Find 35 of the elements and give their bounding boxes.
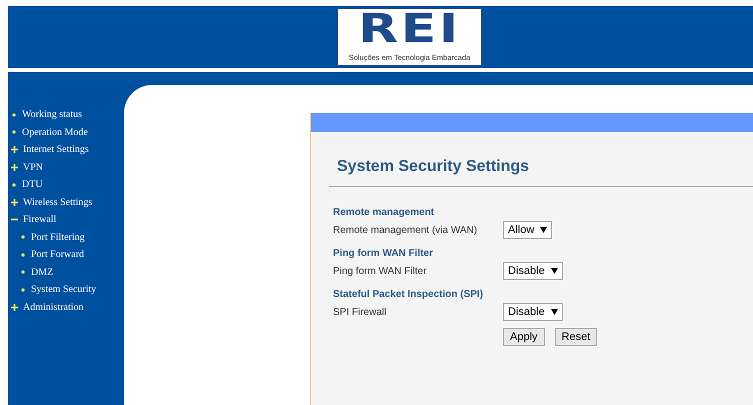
form-button[interactable]: Apply	[503, 328, 545, 346]
sidebar-item[interactable]: Port Filtering	[8, 228, 124, 246]
sidebar-item[interactable]: Firewall	[8, 211, 124, 228]
dropdown[interactable]: Allow	[503, 221, 552, 239]
sidebar-item[interactable]: Internet Settings	[8, 141, 124, 158]
section-heading: Stateful Packet Inspection (SPI)	[333, 289, 484, 300]
bullet-icon	[20, 286, 26, 293]
field-label: SPI Firewall	[333, 306, 388, 318]
sidebar-item[interactable]: System Security	[8, 281, 124, 298]
sidebar-item[interactable]: Administration	[8, 298, 124, 316]
caret-icon	[550, 309, 558, 315]
caret-icon	[540, 227, 548, 233]
section-heading: Remote management	[333, 207, 436, 218]
field-label: Remote management (via WAN)	[333, 224, 478, 236]
bullet-icon	[11, 112, 17, 118]
sidebar-item[interactable]: VPN	[8, 158, 124, 176]
bullet-icon	[20, 269, 26, 276]
field-label: Ping form WAN Filter	[333, 266, 428, 276]
dropdown[interactable]: Disable	[503, 303, 563, 321]
bullet-icon	[20, 252, 26, 258]
bullet-icon	[11, 129, 17, 136]
dropdown[interactable]: Disable	[503, 262, 563, 280]
caret-icon	[550, 268, 558, 274]
sidebar-item[interactable]: Wireless Settings	[8, 194, 124, 211]
form-button[interactable]: Reset	[554, 328, 598, 346]
sidebar-item[interactable]: Port Forward	[8, 246, 124, 264]
section-heading: Ping form WAN Filter	[333, 248, 434, 259]
sidebar-item[interactable]: DMZ	[8, 264, 124, 281]
sidebar-item[interactable]: Working status	[8, 106, 124, 124]
sidebar-item[interactable]: DTU	[8, 176, 124, 194]
logo-mark: REI	[358, 9, 461, 49]
page-title: System Security Settings	[329, 158, 753, 187]
bullet-icon	[20, 234, 26, 240]
bullet-icon	[11, 182, 17, 188]
sidebar-item[interactable]: Operation Mode	[8, 124, 124, 141]
